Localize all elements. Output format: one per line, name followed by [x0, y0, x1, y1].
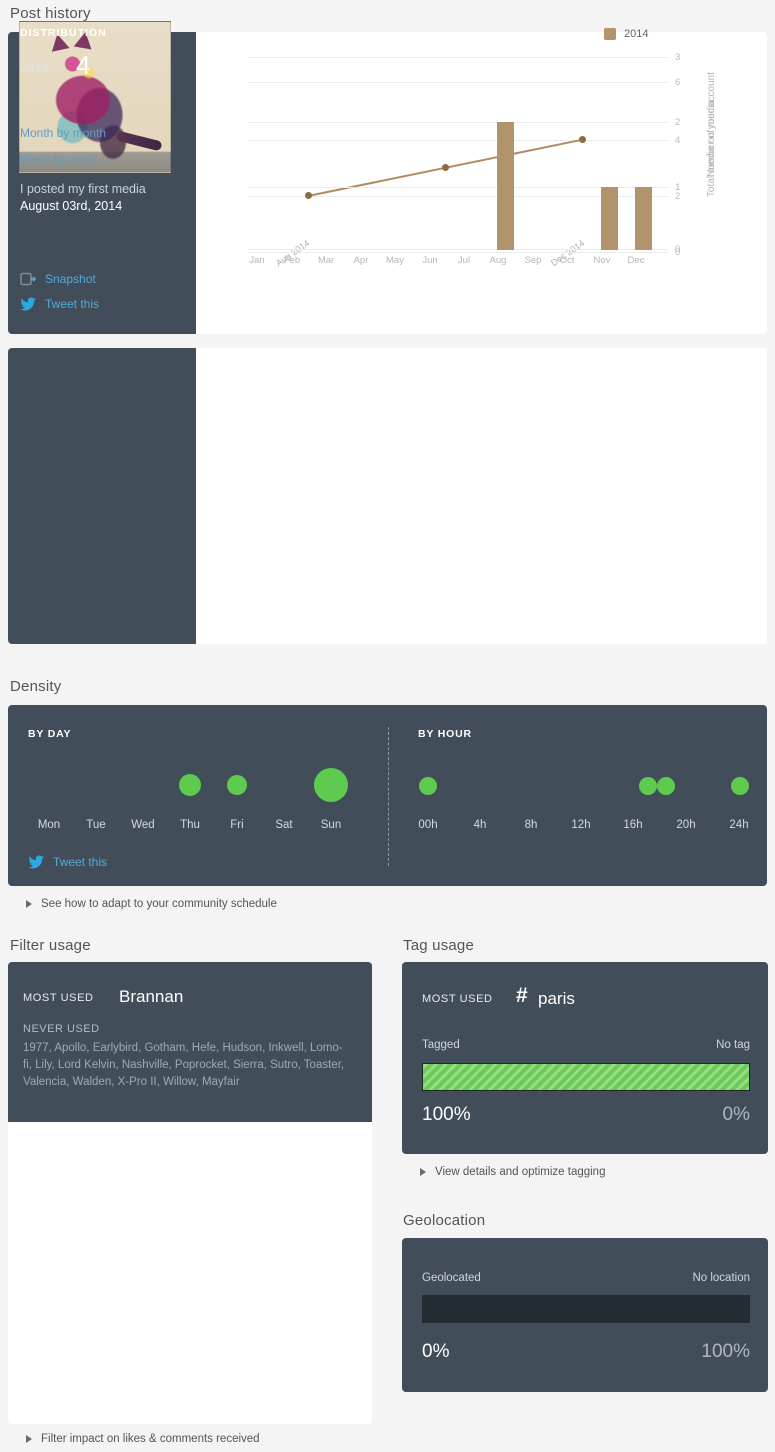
- density-hour-dot-17h[interactable]: [639, 777, 657, 795]
- filter-most-used-kicker: MOST USED: [23, 992, 94, 1004]
- xtick-label: Jan: [249, 255, 265, 266]
- xtick-label: Mar: [317, 255, 335, 266]
- ytick-label: 3: [675, 52, 681, 63]
- analytics-dashboard: Post history I posted my first media Aug…: [0, 0, 775, 1452]
- day-label-wed: Wed: [131, 819, 155, 831]
- tag-bar-left-label: Tagged: [422, 1039, 460, 1051]
- hour-label-24h: 24h: [729, 819, 749, 831]
- ytick-label: 0: [675, 244, 681, 255]
- community-schedule-disclosure[interactable]: See how to adapt to your community sched…: [26, 898, 277, 910]
- tweet-this-link-density[interactable]: Tweet this: [28, 855, 107, 869]
- by-day-kicker: BY DAY: [28, 728, 72, 740]
- distribution-card: [8, 348, 767, 644]
- ytick-label: 1: [675, 182, 681, 193]
- xtick-label: Jul: [457, 255, 471, 266]
- xtick-label: Dec: [627, 255, 645, 266]
- xtick-label: Feb: [283, 255, 301, 266]
- bar-aug[interactable]: [497, 122, 514, 250]
- xtick-label: Nov: [593, 255, 611, 266]
- snapshot-link[interactable]: Snapshot: [20, 272, 96, 286]
- tweet-this-label: Tweet this: [53, 855, 108, 869]
- twitter-bird-icon: [28, 855, 45, 869]
- xtick-label: May: [386, 255, 404, 266]
- tag-details-disclosure[interactable]: View details and optimize tagging: [420, 1166, 605, 1178]
- tag-pct-tagged: 100%: [422, 1104, 471, 1125]
- community-schedule-label: See how to adapt to your community sched…: [41, 898, 277, 910]
- twitter-bird-icon: [20, 297, 37, 311]
- hour-label-8h: 8h: [524, 819, 538, 831]
- tag-usage-bar[interactable]: [422, 1063, 750, 1091]
- ytick-label: 2: [675, 117, 681, 128]
- hour-label-00h: 00h: [418, 819, 438, 831]
- section-title-post-history: Post history: [10, 5, 91, 22]
- filter-impact-label: Filter impact on likes & comments receiv…: [41, 1433, 260, 1445]
- hour-label-20h: 20h: [676, 819, 696, 831]
- bar-plot-area: [248, 0, 668, 250]
- tag-bar-right-label: No tag: [716, 1039, 750, 1051]
- section-title-density: Density: [10, 678, 62, 695]
- tag-details-label: View details and optimize tagging: [435, 1166, 606, 1178]
- cat-tail-shape: [115, 130, 163, 152]
- xtick-label: Apr: [353, 255, 369, 266]
- filter-never-used-kicker: NEVER USED: [23, 1023, 100, 1035]
- tweet-this-label: Tweet this: [45, 297, 100, 311]
- xtick-label: Sep: [524, 255, 542, 266]
- hour-label-12h: 12h: [571, 819, 591, 831]
- first-media-photo[interactable]: [19, 21, 171, 173]
- density-dot-thu[interactable]: [179, 774, 201, 796]
- density-dot-fri[interactable]: [227, 775, 247, 795]
- geo-pct-no-location: 100%: [701, 1341, 750, 1362]
- filter-never-used-list: 1977, Apollo, Earlybird, Gotham, Hefe, H…: [23, 1042, 345, 1088]
- distribution-count: 4: [76, 50, 91, 80]
- filter-pie-chart-card: No filter: 0% Brannan: 25 % Unknown: 25 …: [8, 1122, 372, 1424]
- geo-bar-left-label: Geolocated: [422, 1272, 481, 1284]
- first-media-caption: I posted my first media: [20, 182, 146, 196]
- triangle-right-icon: [26, 900, 32, 908]
- snapshot-icon: [20, 272, 37, 286]
- tag-most-used-value: paris: [538, 989, 575, 1008]
- first-media-date: August 03rd, 2014: [20, 199, 123, 213]
- week-by-week-link[interactable]: Week by week: [20, 152, 98, 166]
- tag-pct-no-tag: 0%: [722, 1104, 750, 1125]
- distribution-year: 2014: [20, 60, 49, 75]
- density-hour-dot-18h[interactable]: [657, 777, 675, 795]
- geolocation-bar[interactable]: [422, 1295, 750, 1323]
- snapshot-link-label: Snapshot: [45, 272, 96, 286]
- filter-most-used-value: Brannan: [119, 987, 184, 1006]
- xtick-label: Jun: [422, 255, 438, 266]
- bar-nov[interactable]: [601, 187, 618, 250]
- density-hour-dot-24h[interactable]: [731, 777, 749, 795]
- density-divider: [388, 727, 389, 866]
- hashtag-icon: #: [516, 984, 528, 1007]
- tag-most-used-kicker: MOST USED: [422, 993, 493, 1005]
- day-label-tue: Tue: [86, 819, 106, 831]
- geo-pct-geolocated: 0%: [422, 1341, 450, 1362]
- hour-label-16h: 16h: [623, 819, 643, 831]
- density-dot-sun[interactable]: [314, 768, 348, 802]
- triangle-right-icon: [26, 1435, 32, 1443]
- bar-dec[interactable]: [635, 187, 652, 250]
- section-title-tag-usage: Tag usage: [403, 937, 475, 954]
- day-label-sat: Sat: [275, 819, 293, 831]
- density-hour-dot-00h[interactable]: [419, 777, 437, 795]
- section-title-filter-usage: Filter usage: [10, 937, 91, 954]
- triangle-right-icon: [420, 1168, 426, 1176]
- section-title-geolocation: Geolocation: [403, 1212, 486, 1229]
- xtick-label: Aug: [489, 255, 507, 266]
- tweet-this-link-post-history[interactable]: Tweet this: [20, 297, 99, 311]
- hour-label-4h: 4h: [473, 819, 487, 831]
- distribution-kicker: DISTRIBUTION: [20, 27, 107, 39]
- day-label-mon: Mon: [37, 819, 61, 831]
- day-label-fri: Fri: [230, 819, 244, 831]
- y-axis-label: Number of media: [706, 100, 717, 177]
- by-hour-kicker: BY HOUR: [418, 728, 472, 740]
- month-by-month-link[interactable]: Month by month: [20, 126, 106, 140]
- distribution-sidebar: [8, 348, 196, 644]
- day-label-thu: Thu: [180, 819, 200, 831]
- filter-impact-disclosure[interactable]: Filter impact on likes & comments receiv…: [26, 1433, 260, 1445]
- geo-bar-right-label: No location: [692, 1272, 750, 1284]
- xtick-label: Oct: [559, 255, 575, 266]
- day-label-sun: Sun: [320, 819, 342, 831]
- distribution-bar-chart: 2014 3 2 1 0 Jan Feb Mar Apr May Jun Jul…: [188, 0, 759, 296]
